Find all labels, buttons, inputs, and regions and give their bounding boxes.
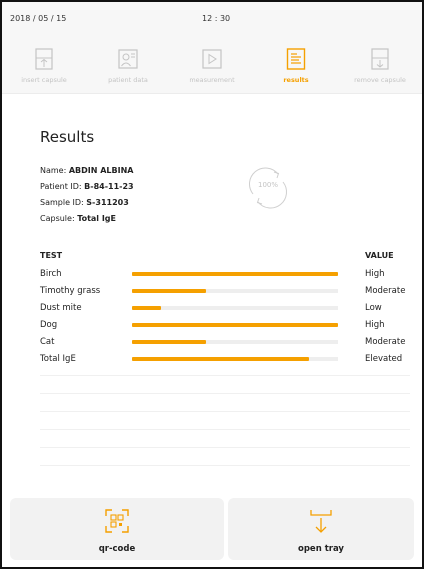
test-value: Low: [365, 303, 382, 313]
table-row: Dog High: [40, 317, 410, 333]
remove-capsule-icon: [371, 48, 389, 70]
step-label: measurement: [189, 76, 235, 84]
progress-percent: 100%: [257, 181, 278, 189]
level-bar-fill: [132, 357, 309, 361]
test-value: High: [365, 269, 385, 279]
progress-indicator: 100%: [244, 164, 292, 212]
level-bar-track: [132, 357, 338, 361]
test-value: Elevated: [365, 354, 403, 364]
patient-id: Patient ID: B-84-11-23: [40, 182, 134, 191]
test-name: Dog: [40, 320, 58, 330]
step-measurement[interactable]: measurement: [170, 44, 254, 90]
open-tray-label: open tray: [298, 544, 344, 554]
results-icon: [286, 48, 306, 70]
sample-id: Sample ID: S-311203: [40, 198, 129, 207]
test-name: Timothy grass: [40, 286, 101, 296]
bottom-action-bar: qr-code open tray: [2, 492, 422, 567]
level-bar-track: [132, 272, 338, 276]
test-name: Dust mite: [40, 303, 82, 313]
table-divider: [40, 393, 410, 394]
test-name: Total IgE: [40, 354, 76, 364]
qr-code-label: qr-code: [98, 544, 136, 554]
table-divider: [40, 375, 410, 376]
step-results[interactable]: results: [254, 44, 338, 90]
play-icon: [202, 49, 222, 69]
open-tray-button[interactable]: open tray: [228, 498, 414, 560]
step-label: results: [283, 76, 309, 84]
level-bar-track: [132, 289, 338, 293]
table-row: Timothy grass Moderate: [40, 283, 410, 299]
step-label: patient data: [108, 76, 148, 84]
qr-code-icon: [105, 509, 129, 533]
step-label: remove capsule: [354, 76, 406, 84]
column-header-value: VALUE: [365, 251, 394, 260]
page-title: Results: [40, 128, 95, 146]
table-divider: [40, 411, 410, 412]
qr-code-button[interactable]: qr-code: [10, 498, 224, 560]
test-value: Moderate: [365, 286, 406, 296]
table-row: Total IgE Elevated: [40, 351, 410, 367]
level-bar-fill: [132, 323, 338, 327]
level-bar-track: [132, 340, 338, 344]
table-row: Birch High: [40, 266, 410, 282]
status-bar: 2018 / 05 / 15 12 : 30: [2, 2, 422, 38]
patient-data-icon: [118, 49, 138, 69]
workflow-steps: insert capsule patient data measurement: [2, 38, 422, 94]
step-insert-capsule[interactable]: insert capsule: [2, 44, 86, 90]
level-bar-fill: [132, 306, 161, 310]
open-tray-icon: [310, 510, 332, 533]
table-divider: [40, 447, 410, 448]
test-value: Moderate: [365, 337, 406, 347]
table-row: Dust mite Low: [40, 300, 410, 316]
level-bar-track: [132, 306, 338, 310]
table-row: Cat Moderate: [40, 334, 410, 350]
step-label: insert capsule: [21, 76, 67, 84]
step-remove-capsule[interactable]: remove capsule: [338, 44, 422, 90]
level-bar-fill: [132, 289, 206, 293]
level-bar-fill: [132, 340, 206, 344]
patient-name: Name: ABDIN ALBINA: [40, 166, 134, 175]
column-header-test: TEST: [40, 251, 63, 260]
capsule-type: Capsule: Total IgE: [40, 214, 116, 223]
test-value: High: [365, 320, 385, 330]
level-bar-track: [132, 323, 338, 327]
test-name: Birch: [40, 269, 62, 279]
table-divider: [40, 429, 410, 430]
test-name: Cat: [40, 337, 55, 347]
table-divider: [40, 465, 410, 466]
device-frame: 2018 / 05 / 15 12 : 30 insert capsule pa…: [0, 0, 424, 569]
level-bar-fill: [132, 272, 338, 276]
status-date: 2018 / 05 / 15: [10, 14, 67, 23]
insert-capsule-icon: [35, 48, 53, 70]
status-time: 12 : 30: [202, 14, 231, 23]
step-patient-data[interactable]: patient data: [86, 44, 170, 90]
